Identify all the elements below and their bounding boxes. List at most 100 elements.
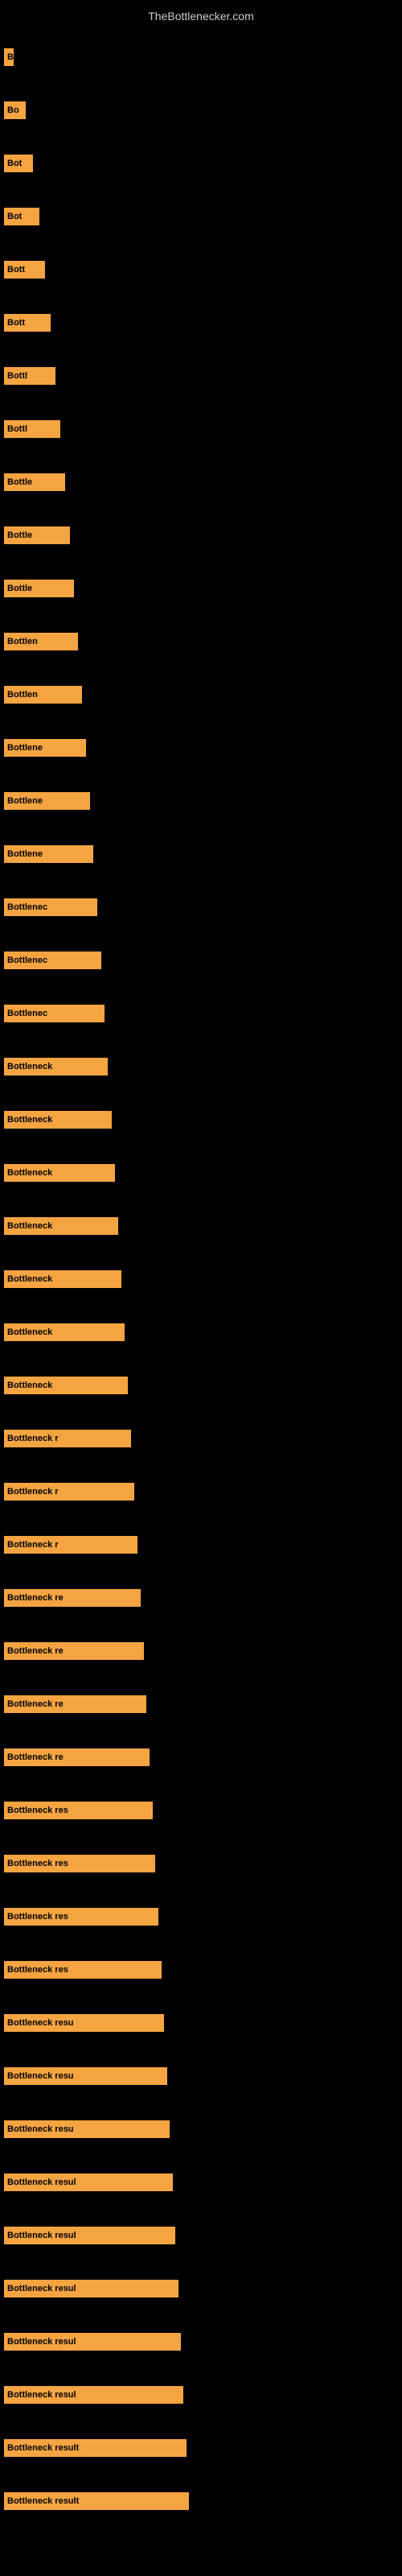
bar: Bottleneck res: [4, 1908, 158, 1926]
bar-row: Bottleneck: [4, 1270, 121, 1288]
bar-label: Bottleneck resul: [7, 2390, 76, 2400]
bar-label: Bottleneck resu: [7, 2018, 74, 2028]
bar-row: Bottle: [4, 526, 70, 544]
bar-row: Bottleneck re: [4, 1642, 144, 1660]
bar-row: Bottleneck resu: [4, 2014, 164, 2032]
bar: Bottleneck res: [4, 1802, 153, 1819]
bar-row: Bottlene: [4, 739, 86, 757]
bar: Bottleneck: [4, 1111, 112, 1129]
bar-label: Bottleneck: [7, 1168, 52, 1178]
bar-row: Bottleneck res: [4, 1961, 162, 1979]
bar: Bottlenec: [4, 952, 101, 969]
bar-label: Bottleneck r: [7, 1487, 59, 1496]
bar-label: Bottleneck resul: [7, 2284, 76, 2293]
bar-label: Bottleneck: [7, 1062, 52, 1071]
bar-row: Bot: [4, 155, 33, 172]
bar-label: Bott: [7, 265, 25, 275]
bar-row: Bottleneck resul: [4, 2386, 183, 2404]
bar-label: Bo: [7, 105, 19, 115]
bar-row: Bottleneck: [4, 1323, 125, 1341]
bar: Bottleneck r: [4, 1430, 131, 1447]
bar: Bottleneck r: [4, 1536, 137, 1554]
bar: Bottleneck resul: [4, 2174, 173, 2191]
bar: Bottleneck resu: [4, 2067, 167, 2085]
bar-row: Bottlen: [4, 633, 78, 650]
bar-label: Bot: [7, 212, 22, 221]
bar-label: Bottleneck: [7, 1221, 52, 1231]
bar-label: Bottlen: [7, 690, 38, 700]
bar-row: Bottleneck: [4, 1111, 112, 1129]
bar-label: B: [7, 52, 14, 62]
bar-label: Bottleneck r: [7, 1540, 59, 1550]
bar-row: Bottleneck re: [4, 1589, 141, 1607]
bar: Bottleneck r: [4, 1483, 134, 1501]
bar-row: Bottleneck result: [4, 2492, 189, 2510]
bar-row: Bottleneck resu: [4, 2067, 167, 2085]
bar: Bottleneck resu: [4, 2014, 164, 2032]
bar: Bottlenec: [4, 898, 97, 916]
bar: Bottlene: [4, 845, 93, 863]
bar: Bo: [4, 101, 26, 119]
bar: Bottleneck: [4, 1164, 115, 1182]
bar: Bottleneck resul: [4, 2333, 181, 2351]
bar-label: Bottleneck result: [7, 2443, 79, 2453]
bar-row: Bottleneck resul: [4, 2227, 175, 2244]
bar-row: Bottleneck result: [4, 2439, 187, 2457]
bar: Bottleneck: [4, 1323, 125, 1341]
bar: Bottleneck: [4, 1270, 121, 1288]
bar-label: Bottlen: [7, 637, 38, 646]
bar: Bottleneck res: [4, 1961, 162, 1979]
bar-row: Bottle: [4, 473, 65, 491]
bar-row: Bottlene: [4, 845, 93, 863]
bar-label: Bottle: [7, 530, 32, 540]
bar-row: Bott: [4, 261, 45, 279]
bar-label: Bottleneck: [7, 1381, 52, 1390]
bar-row: Bottleneck: [4, 1164, 115, 1182]
bar-label: Bottlene: [7, 796, 43, 806]
site-title: TheBottlenecker.com: [0, 3, 402, 29]
bar-label: Bottlenec: [7, 902, 47, 912]
bar: Bottleneck resul: [4, 2386, 183, 2404]
bar: Bottlen: [4, 686, 82, 704]
bar-row: Bottlenec: [4, 898, 97, 916]
bar-label: Bottl: [7, 424, 27, 434]
bar-label: Bottleneck re: [7, 1699, 64, 1709]
bar: Bottle: [4, 580, 74, 597]
bar: Bottle: [4, 473, 65, 491]
bar-row: Bottlene: [4, 792, 90, 810]
bar-label: Bot: [7, 159, 22, 168]
bar-label: Bottle: [7, 477, 32, 487]
bar: Bottleneck: [4, 1377, 128, 1394]
bar-row: Bottle: [4, 580, 74, 597]
bar-row: Bottl: [4, 420, 60, 438]
bar: Bottl: [4, 367, 55, 385]
bar-row: Bottleneck res: [4, 1855, 155, 1872]
bar: Bottleneck resul: [4, 2227, 175, 2244]
bar: Bottleneck resu: [4, 2120, 170, 2138]
bar-label: Bottleneck res: [7, 1806, 68, 1815]
bar: Bottleneck: [4, 1217, 118, 1235]
bar-row: Bottl: [4, 367, 55, 385]
bar-label: Bott: [7, 318, 25, 328]
bar-row: Bottleneck resul: [4, 2280, 178, 2297]
bar-label: Bottleneck re: [7, 1752, 64, 1762]
bar: Bottlene: [4, 792, 90, 810]
bar-row: Bottleneck: [4, 1377, 128, 1394]
bar-label: Bottlenec: [7, 956, 47, 965]
bar-label: Bottlene: [7, 743, 43, 753]
bar-row: Bot: [4, 208, 39, 225]
bar-label: Bottleneck: [7, 1327, 52, 1337]
bar: Bottlenec: [4, 1005, 105, 1022]
bar-label: Bottleneck: [7, 1115, 52, 1125]
bar-row: Bottleneck resu: [4, 2120, 170, 2138]
bar-row: Bottleneck resul: [4, 2333, 181, 2351]
bar-label: Bottleneck resul: [7, 2231, 76, 2240]
bar: Bottle: [4, 526, 70, 544]
bar: B: [4, 48, 14, 66]
bar-label: Bottlene: [7, 849, 43, 859]
bar-label: Bottleneck resul: [7, 2178, 76, 2187]
bar-label: Bottleneck re: [7, 1593, 64, 1603]
bar-row: Bottleneck: [4, 1217, 118, 1235]
bar-row: Bottleneck re: [4, 1695, 146, 1713]
bar-label: Bottlenec: [7, 1009, 47, 1018]
